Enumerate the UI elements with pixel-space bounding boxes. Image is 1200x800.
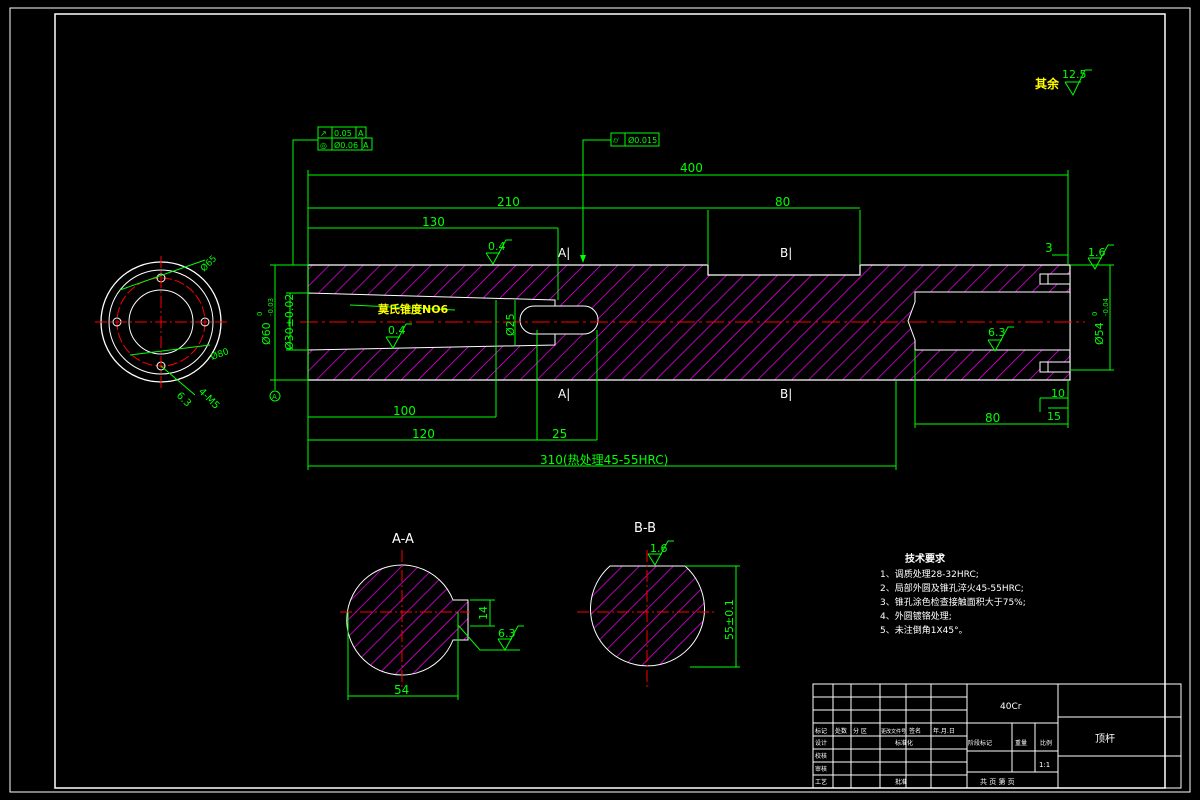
svg-text:处数: 处数 <box>835 727 847 735</box>
svg-text:标准化: 标准化 <box>895 739 913 747</box>
svg-text:0.4: 0.4 <box>388 324 406 337</box>
section-aa-title: A-A <box>392 532 414 547</box>
inner-border <box>54 13 1166 789</box>
svg-text:1、调质处理28-32HRC;: 1、调质处理28-32HRC; <box>880 568 979 580</box>
title-block <box>812 683 1182 789</box>
svg-text:校核: 校核 <box>815 752 827 760</box>
svg-text:0.05: 0.05 <box>334 129 352 138</box>
svg-text:设计: 设计 <box>815 739 827 747</box>
svg-text:Ø65: Ø65 <box>198 253 219 274</box>
svg-text:6.3: 6.3 <box>988 326 1006 339</box>
svg-text:54: 54 <box>394 683 409 697</box>
section-mark-a-bottom: A| <box>558 387 570 401</box>
svg-text:3、锥孔涂色检查接触面积大于75%;: 3、锥孔涂色检查接触面积大于75%; <box>880 596 1026 608</box>
gdt-frame-3: ⌭ Ø0.015 <box>610 132 660 147</box>
section-mark-a-top: A| <box>558 246 570 260</box>
drawing-canvas: 其余 12.5 ↗ 0.05 A ◎ Ø0.06 A ⌭ Ø0.015 400 … <box>9 7 1191 793</box>
svg-text:年.月.日: 年.月.日 <box>933 727 955 735</box>
dim-400: 400 <box>680 161 703 175</box>
dim-100: 100 <box>393 404 416 418</box>
technical-requirements: 技术要求 1、调质处理28-32HRC; 2、局部外圆及锥孔淬火45-55HRC… <box>880 552 1026 636</box>
dim-3: 3 <box>1045 241 1053 255</box>
svg-text:1.6: 1.6 <box>650 542 668 555</box>
dim-dia30: Ø30±0.02 <box>283 294 296 350</box>
svg-text:-0.04: -0.04 <box>1102 297 1110 316</box>
dim-80-top: 80 <box>775 195 790 209</box>
svg-text:⌭: ⌭ <box>613 136 619 145</box>
svg-text:6.3: 6.3 <box>174 390 193 409</box>
dim-15: 15 <box>1047 410 1061 423</box>
svg-text:0: 0 <box>1091 312 1099 316</box>
svg-text:6.3: 6.3 <box>498 627 516 640</box>
dim-210: 210 <box>497 195 520 209</box>
end-view <box>95 256 227 396</box>
dim-120: 120 <box>412 427 435 441</box>
section-bb-title: B-B <box>634 521 656 536</box>
svg-text:比例: 比例 <box>1040 739 1052 747</box>
svg-text:2、局部外圆及锥孔淬火45-55HRC;: 2、局部外圆及锥孔淬火45-55HRC; <box>880 582 1024 594</box>
svg-text:A: A <box>363 141 369 150</box>
dim-310: 310(热处理45-55HRC) <box>540 453 668 467</box>
svg-text:重量: 重量 <box>1015 739 1027 747</box>
svg-text:阶段标记: 阶段标记 <box>968 739 992 747</box>
svg-text:分 区: 分 区 <box>853 727 867 735</box>
svg-text:4-M5: 4-M5 <box>196 386 221 411</box>
section-bb <box>577 540 740 690</box>
svg-text:4、外圆镀铬处理;: 4、外圆镀铬处理; <box>880 610 952 622</box>
gdt-frame-1: ↗ 0.05 A ◎ Ø0.06 A <box>317 126 373 151</box>
tb-part-name: 顶杆 <box>1095 733 1115 745</box>
svg-text:55±0.1: 55±0.1 <box>723 599 736 640</box>
svg-text:Ø80: Ø80 <box>209 346 230 363</box>
svg-text:批准: 批准 <box>895 778 907 786</box>
dim-80-bottom: 80 <box>985 411 1000 425</box>
svg-text:共 页 第 页: 共 页 第 页 <box>980 777 1015 786</box>
svg-text:更改文件号: 更改文件号 <box>881 728 906 735</box>
svg-text:工艺: 工艺 <box>815 778 827 786</box>
svg-text:-0.03: -0.03 <box>267 298 275 316</box>
svg-text:5、未注倒角1X45°。: 5、未注倒角1X45°。 <box>880 624 968 636</box>
section-mark-b-bottom: B| <box>780 387 792 401</box>
morse-taper-note: 莫氏锥度NO6 <box>377 302 449 316</box>
dim-dia60: Ø60 <box>260 322 273 345</box>
dim-10: 10 <box>1051 387 1065 400</box>
svg-text:签名: 签名 <box>909 727 921 735</box>
svg-text:↗: ↗ <box>320 129 327 138</box>
svg-text:A: A <box>358 129 364 138</box>
svg-text:A: A <box>272 393 277 401</box>
dim-dia54: Ø54 <box>1093 322 1106 345</box>
svg-text:14: 14 <box>477 606 490 620</box>
svg-text:1.6: 1.6 <box>1088 246 1106 259</box>
svg-text:0: 0 <box>256 312 264 316</box>
svg-text:Ø0.06: Ø0.06 <box>334 140 358 150</box>
svg-text:技术要求: 技术要求 <box>905 552 946 565</box>
roughness-other-label: 其余 <box>1035 76 1060 91</box>
shaft-main-view <box>300 264 1085 381</box>
section-mark-b-top: B| <box>780 246 792 260</box>
dim-130: 130 <box>422 215 445 229</box>
svg-text:1:1: 1:1 <box>1039 761 1050 769</box>
svg-text:审核: 审核 <box>815 765 827 773</box>
svg-text:◎: ◎ <box>320 141 327 150</box>
section-aa <box>340 550 524 700</box>
svg-text:0.4: 0.4 <box>488 240 506 253</box>
dim-25: 25 <box>552 427 567 441</box>
svg-text:标记: 标记 <box>815 727 827 735</box>
tb-material: 40Cr <box>1000 702 1022 712</box>
dim-dia25: Ø25 <box>504 313 517 336</box>
svg-text:Ø0.015: Ø0.015 <box>628 135 657 145</box>
